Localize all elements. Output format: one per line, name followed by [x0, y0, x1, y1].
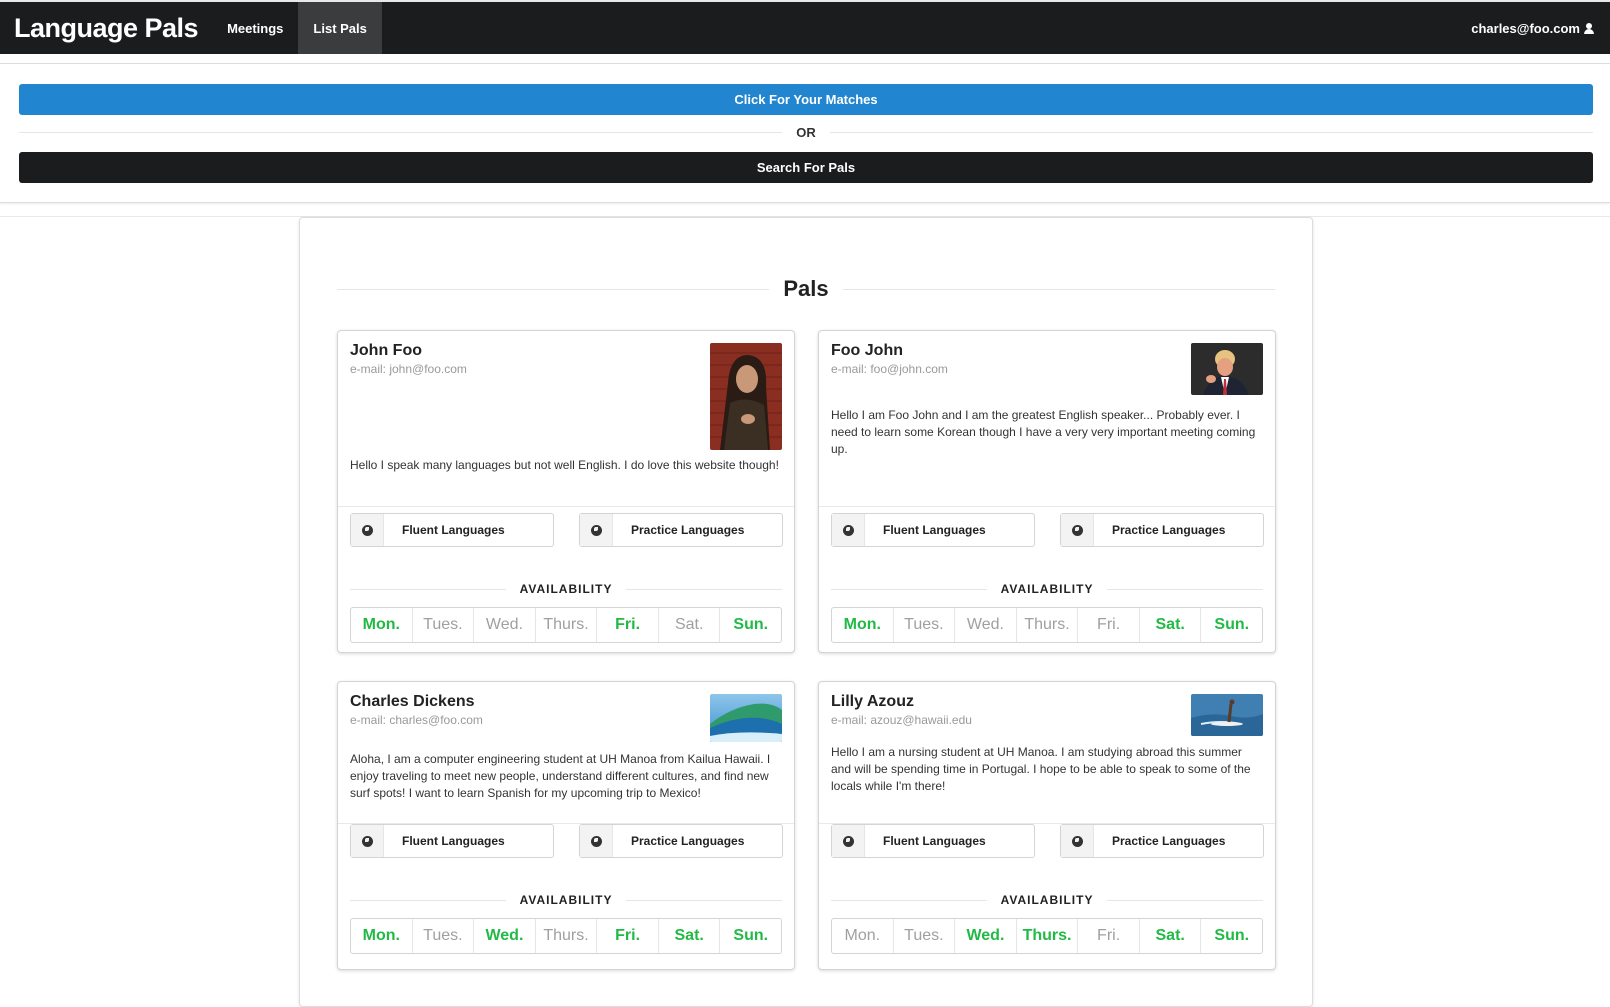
day-sat: Sat.	[1140, 919, 1202, 953]
pal-description: Hello I am a nursing student at UH Manoa…	[831, 745, 1251, 793]
pals-header: Pals	[337, 274, 1276, 304]
day-mon: Mon.	[832, 919, 894, 953]
pal-email: e-mail: charles@foo.com	[350, 713, 483, 727]
day-fri: Fri.	[1078, 919, 1140, 953]
globe-icon	[842, 524, 854, 536]
availability-label: AVAILABILITY	[1000, 582, 1094, 596]
day-tue: Tues.	[894, 608, 956, 642]
fluent-languages-label: Fluent Languages	[402, 834, 505, 848]
pal-email: e-mail: azouz@hawaii.edu	[831, 713, 972, 727]
search-pals-button[interactable]: Search For Pals	[19, 152, 1593, 183]
pal-description: Hello I am Foo John and I am the greates…	[831, 408, 1256, 456]
day-thu: Thurs.	[536, 608, 598, 642]
actions-segment: Click For Your Matches OR Search For Pal…	[0, 63, 1610, 203]
day-fri: Fri.	[597, 608, 659, 642]
day-sun: Sun.	[733, 927, 769, 944]
or-divider: OR	[19, 122, 1593, 142]
globe-icon	[590, 524, 602, 536]
availability-label: AVAILABILITY	[1000, 893, 1094, 907]
avatar	[1191, 694, 1263, 736]
fluent-languages-button[interactable]: Fluent Languages	[350, 513, 554, 547]
day-fri: Fri.	[1078, 608, 1140, 642]
day-wed: Wed.	[474, 608, 536, 642]
pal-card: Foo John e-mail: foo@john.com Hello I am…	[818, 330, 1276, 653]
day-tue: Tues.	[413, 919, 475, 953]
fluent-languages-label: Fluent Languages	[883, 523, 986, 537]
globe-icon	[1071, 524, 1083, 536]
pal-card: Charles Dickens e-mail: charles@foo.com …	[337, 681, 795, 970]
availability-divider: AVAILABILITY	[831, 581, 1264, 597]
availability-divider: AVAILABILITY	[350, 581, 783, 597]
practice-languages-button[interactable]: Practice Languages	[1060, 513, 1264, 547]
day-sat: Sat.	[659, 608, 721, 642]
user-icon	[1584, 22, 1594, 34]
fluent-languages-button[interactable]: Fluent Languages	[831, 824, 1035, 858]
practice-languages-label: Practice Languages	[1112, 523, 1226, 537]
fluent-languages-label: Fluent Languages	[883, 834, 986, 848]
availability-label: AVAILABILITY	[519, 893, 613, 907]
practice-languages-button[interactable]: Practice Languages	[1060, 824, 1264, 858]
practice-languages-label: Practice Languages	[1112, 834, 1226, 848]
pal-name: Charles Dickens	[350, 693, 475, 710]
avatar	[710, 694, 782, 742]
pal-name: John Foo	[350, 342, 422, 359]
globe-icon	[842, 835, 854, 847]
availability-days: Mon. Tues. Wed. Thurs. Fri. Sat. Sun.	[831, 918, 1263, 954]
day-wed: Wed.	[955, 608, 1017, 642]
user-menu[interactable]: charles@foo.com	[1455, 2, 1610, 54]
pal-description: Hello I speak many languages but not wel…	[350, 458, 779, 472]
fluent-languages-button[interactable]: Fluent Languages	[350, 824, 554, 858]
day-fri: Fri.	[597, 919, 659, 953]
fluent-languages-label: Fluent Languages	[402, 523, 505, 537]
day-wed: Wed.	[474, 919, 536, 953]
page-title: Pals	[783, 276, 829, 301]
day-mon: Mon.	[351, 608, 413, 642]
pal-name: Lilly Azouz	[831, 693, 914, 710]
matches-button[interactable]: Click For Your Matches	[19, 84, 1593, 115]
availability-days: Mon. Tues. Wed. Thurs. Fri. Sat. Sun.	[350, 607, 782, 643]
nav-item-list-pals[interactable]: List Pals	[298, 2, 382, 54]
practice-languages-button[interactable]: Practice Languages	[579, 513, 783, 547]
day-tue: Tues.	[894, 919, 956, 953]
practice-languages-label: Practice Languages	[631, 834, 745, 848]
day-sun: Sun.	[1214, 616, 1250, 633]
pal-email: e-mail: john@foo.com	[350, 362, 467, 376]
day-mon: Mon.	[351, 919, 413, 953]
day-sun: Sun.	[733, 616, 769, 633]
availability-divider: AVAILABILITY	[350, 892, 783, 908]
navbar: Language Pals Meetings List Pals charles…	[0, 0, 1610, 54]
globe-icon	[1071, 835, 1083, 847]
or-label: OR	[796, 124, 816, 140]
day-sat: Sat.	[1140, 608, 1202, 642]
globe-icon	[361, 835, 373, 847]
user-email: charles@foo.com	[1471, 20, 1580, 36]
day-wed: Wed.	[955, 919, 1017, 953]
globe-icon	[361, 524, 373, 536]
day-sat: Sat.	[659, 919, 721, 953]
pal-email: e-mail: foo@john.com	[831, 362, 948, 376]
practice-languages-button[interactable]: Practice Languages	[579, 824, 783, 858]
globe-icon	[590, 835, 602, 847]
avatar	[1191, 343, 1263, 395]
day-mon: Mon.	[832, 608, 894, 642]
nav-item-meetings[interactable]: Meetings	[212, 2, 298, 54]
pal-card: John Foo e-mail: john@foo.com Hello I sp…	[337, 330, 795, 653]
day-thu: Thurs.	[536, 919, 598, 953]
practice-languages-label: Practice Languages	[631, 523, 745, 537]
fluent-languages-button[interactable]: Fluent Languages	[831, 513, 1035, 547]
availability-label: AVAILABILITY	[519, 582, 613, 596]
availability-days: Mon. Tues. Wed. Thurs. Fri. Sat. Sun.	[350, 918, 782, 954]
avatar	[710, 343, 782, 450]
pal-card: Lilly Azouz e-mail: azouz@hawaii.edu Hel…	[818, 681, 1276, 970]
availability-divider: AVAILABILITY	[831, 892, 1264, 908]
brand-logo[interactable]: Language Pals	[0, 2, 212, 54]
day-thu: Thurs.	[1017, 608, 1079, 642]
pal-name: Foo John	[831, 342, 903, 359]
day-tue: Tues.	[413, 608, 475, 642]
day-sun: Sun.	[1214, 927, 1250, 944]
pals-container: Pals John Foo e-mail: john@foo.com Hello…	[299, 217, 1313, 1007]
pal-description: Aloha, I am a computer engineering stude…	[350, 752, 771, 800]
day-thu: Thurs.	[1017, 919, 1079, 953]
availability-days: Mon. Tues. Wed. Thurs. Fri. Sat. Sun.	[831, 607, 1263, 643]
